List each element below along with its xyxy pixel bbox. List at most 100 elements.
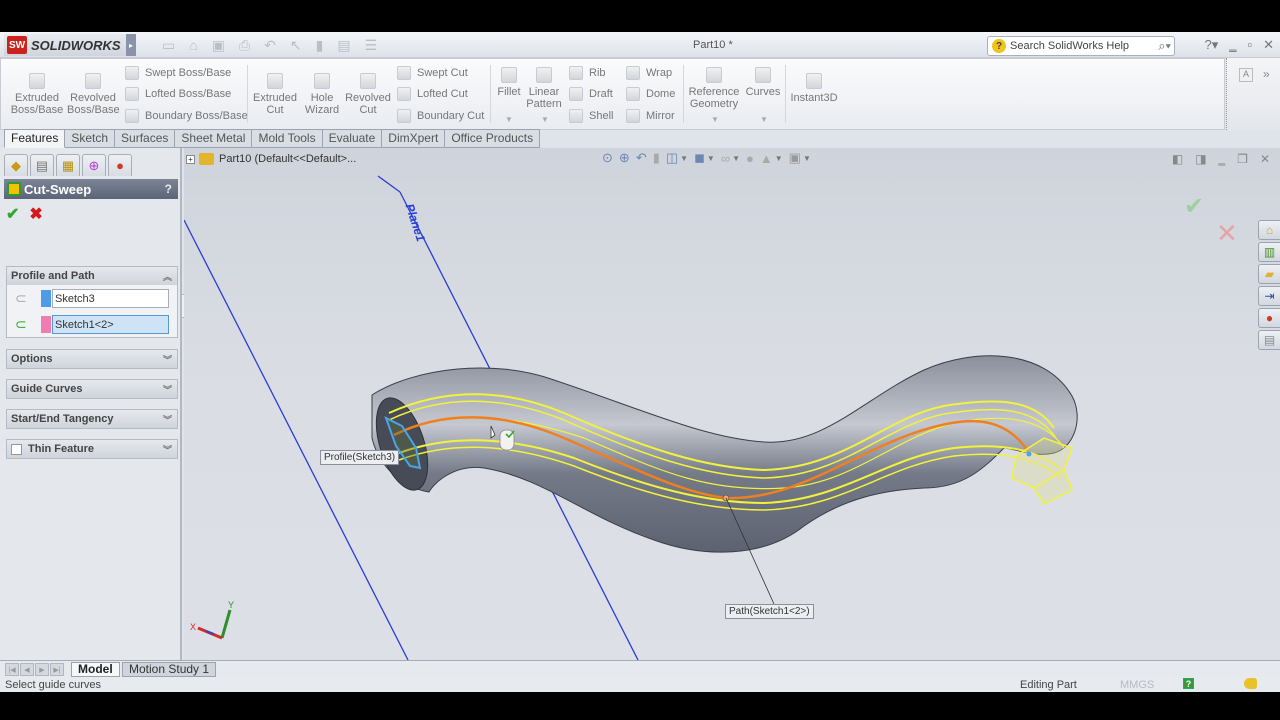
edit-appearance-icon[interactable]: ● (746, 151, 754, 166)
tab-surfaces[interactable]: Surfaces (115, 129, 176, 148)
extruded-cut-button[interactable]: Extruded Cut (251, 73, 299, 116)
file-explorer-tab[interactable]: ▰ (1258, 264, 1280, 284)
split-right-icon[interactable]: ◨ (1195, 152, 1206, 166)
expand-icon[interactable]: ︾ (163, 383, 172, 396)
options-group[interactable]: Options ︾ (6, 349, 178, 369)
menu-expand-icon[interactable]: ▸ (126, 34, 136, 56)
expand-ribbon-icon[interactable]: » (1263, 67, 1270, 81)
reference-geometry-dropdown-icon[interactable]: ▼ (711, 115, 719, 124)
previous-view-icon[interactable]: ↶ (636, 150, 647, 166)
tab-features[interactable]: Features (4, 129, 66, 148)
ok-button[interactable]: ✔ (6, 204, 19, 224)
text-format-icon[interactable]: A (1239, 68, 1253, 82)
unit-system[interactable]: MMGS (1120, 679, 1154, 691)
collapse-icon[interactable]: ︽ (163, 270, 172, 283)
lofted-boss-button[interactable]: Lofted Boss/Base (125, 87, 231, 101)
options-header[interactable]: Options ︾ (7, 350, 177, 368)
save-icon[interactable]: ▣ (212, 37, 225, 54)
property-manager-tab[interactable]: ▤ (30, 154, 54, 176)
custom-properties-tab[interactable]: ▤ (1258, 330, 1280, 350)
search-icon[interactable]: ⌕▾ (1158, 38, 1171, 54)
undo-icon[interactable]: ↶ (264, 37, 276, 54)
mirror-button[interactable]: Mirror (626, 109, 675, 123)
extruded-boss-button[interactable]: Extruded Boss/Base (9, 73, 65, 116)
guide-curves-header[interactable]: Guide Curves ︾ (7, 380, 177, 398)
options-icon[interactable]: ☰ (365, 37, 378, 54)
display-manager-tab[interactable]: ● (108, 154, 132, 176)
viewport-restore-icon[interactable]: ❐ (1237, 152, 1248, 166)
path-field[interactable] (52, 315, 169, 334)
shell-button[interactable]: Shell (569, 109, 613, 123)
file-properties-icon[interactable]: ▤ (337, 37, 350, 54)
viewport-close-icon[interactable]: ✕ (1260, 152, 1270, 166)
thin-feature-header[interactable]: Thin Feature ︾ (7, 440, 177, 458)
tab-dimxpert[interactable]: DimXpert (382, 129, 446, 148)
path-callout[interactable]: Path(Sketch1<2>) (725, 604, 814, 619)
dimxpert-manager-tab[interactable]: ⊕ (82, 154, 106, 176)
open-icon[interactable]: ⌂ (189, 37, 197, 53)
start-end-tangency-header[interactable]: Start/End Tangency ︾ (7, 410, 177, 428)
minimize-icon[interactable]: ‗ (1229, 37, 1236, 53)
restore-icon[interactable]: ▫ (1247, 37, 1252, 53)
tab-evaluate[interactable]: Evaluate (322, 129, 383, 148)
expand-icon[interactable]: ︾ (163, 353, 172, 366)
previous-tab-icon[interactable]: ◀ (20, 663, 34, 676)
zoom-to-fit-icon[interactable]: ⊙ (602, 150, 613, 166)
confirmation-corner-ok-icon[interactable]: ✔ (1184, 192, 1204, 221)
view-orientation-icon[interactable]: ◫ (666, 150, 678, 166)
tab-mold-tools[interactable]: Mold Tools (252, 129, 323, 148)
view-palette-tab[interactable]: ⇥ (1258, 286, 1280, 306)
solidworks-resources-tab[interactable]: ⌂ (1258, 220, 1280, 240)
instant3d-button[interactable]: Instant3D (789, 73, 839, 104)
quick-tips-icon[interactable]: ? (1183, 678, 1194, 689)
select-icon[interactable]: ↖ (290, 37, 302, 54)
last-tab-icon[interactable]: ▶| (50, 663, 64, 676)
wrap-button[interactable]: Wrap (626, 66, 672, 80)
revolved-cut-button[interactable]: Revolved Cut (343, 73, 393, 116)
help-menu-icon[interactable]: ?▾ (1205, 37, 1219, 53)
curves-dropdown-icon[interactable]: ▼ (760, 115, 768, 124)
profile-and-path-header[interactable]: Profile and Path ︽ (7, 267, 177, 285)
design-library-tab[interactable]: ▥ (1258, 242, 1280, 262)
apply-scene-icon[interactable]: ▲ (760, 151, 773, 166)
guide-curves-group[interactable]: Guide Curves ︾ (6, 379, 178, 399)
next-tab-icon[interactable]: ▶ (35, 663, 49, 676)
reference-geometry-button[interactable]: Reference Geometry (687, 67, 741, 110)
tab-motion-study-1[interactable]: Motion Study 1 (122, 662, 217, 677)
thin-feature-group[interactable]: Thin Feature ︾ (6, 439, 178, 459)
tab-model[interactable]: Model (71, 662, 120, 677)
view-settings-icon[interactable]: ▣ (789, 150, 801, 166)
cancel-button[interactable]: ✖ (29, 204, 42, 224)
draft-button[interactable]: Draft (569, 87, 613, 101)
feature-manager-tab[interactable]: ◆ (4, 154, 28, 176)
linear-pattern-button[interactable]: Linear Pattern (523, 67, 565, 110)
close-icon[interactable]: ✕ (1263, 37, 1274, 53)
hole-wizard-button[interactable]: Hole Wizard (301, 73, 343, 116)
curves-button[interactable]: Curves (745, 67, 781, 98)
expand-icon[interactable]: ︾ (163, 443, 172, 456)
expand-icon[interactable]: ︾ (163, 413, 172, 426)
thin-feature-checkbox[interactable] (11, 443, 22, 455)
help-icon[interactable]: ? (165, 182, 172, 196)
section-view-icon[interactable]: ▮ (653, 150, 660, 166)
tab-sketch[interactable]: Sketch (65, 129, 116, 148)
hide-show-items-icon[interactable]: ∞ (721, 151, 730, 166)
revolved-boss-button[interactable]: Revolved Boss/Base (67, 73, 120, 116)
print-icon[interactable]: ⎙ (239, 37, 250, 54)
first-tab-icon[interactable]: |◀ (5, 663, 19, 676)
expand-tree-icon[interactable]: + (186, 154, 195, 164)
dome-button[interactable]: Dome (626, 87, 675, 101)
tab-sheet-metal[interactable]: Sheet Metal (175, 129, 253, 148)
feature-tree-flyout[interactable]: + Part10 (Default<<Default>... (186, 153, 356, 165)
start-end-tangency-group[interactable]: Start/End Tangency ︾ (6, 409, 178, 429)
confirmation-corner-cancel-icon[interactable]: ✕ (1216, 218, 1238, 249)
rib-button[interactable]: Rib (569, 66, 606, 80)
rebuild-icon[interactable]: ▮ (316, 37, 324, 54)
solidworks-menu-button[interactable]: SW SOLIDWORKS ▸ (4, 34, 136, 56)
lofted-cut-button[interactable]: Lofted Cut (397, 87, 468, 101)
tag-icon[interactable] (1244, 678, 1257, 689)
boundary-cut-button[interactable]: Boundary Cut (397, 109, 484, 123)
fillet-dropdown-icon[interactable]: ▼ (505, 115, 513, 124)
tab-office-products[interactable]: Office Products (445, 129, 541, 148)
graphics-area[interactable]: Plane1 X Y + Part10 (Default<<Default>..… (184, 148, 1280, 660)
